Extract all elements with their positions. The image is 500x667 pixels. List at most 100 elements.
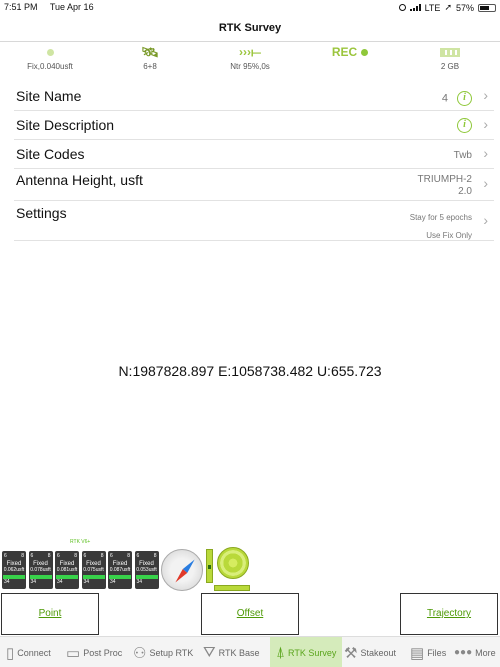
tab-files[interactable]: ▤ Files xyxy=(410,637,446,667)
alarm-icon xyxy=(398,4,406,11)
tab-post-proc[interactable]: ▭ Post Proc xyxy=(66,637,122,667)
rtk-base-icon: ⛛ xyxy=(203,644,216,661)
site-name-row[interactable]: Site Name 4 i › xyxy=(14,82,494,111)
stakeout-icon: ⚒ xyxy=(344,644,358,662)
more-icon: ●●● xyxy=(454,647,473,658)
storage-status[interactable]: 2 GB xyxy=(400,42,500,82)
site-codes-value: Twb xyxy=(453,150,472,161)
chevron-right-icon: › xyxy=(483,145,488,161)
receiver-glonass-count: 8 xyxy=(153,553,157,559)
receiver-epoch-count: 34 xyxy=(110,579,116,585)
link-status-text: Ntr 95%,0s xyxy=(230,62,270,71)
receiver-card[interactable]: 6 8 Fixed 0.087usft 34 xyxy=(108,551,132,589)
receiver-gps-count: 6 xyxy=(110,553,113,559)
link-status[interactable]: ›››⟝ Ntr 95%,0s xyxy=(200,42,300,82)
receiver-epoch-count: 34 xyxy=(57,579,63,585)
receiver-gps-count: 6 xyxy=(57,553,60,559)
receiver-card[interactable]: 6 8 Fixed 0.075usft 34 xyxy=(81,551,106,589)
receiver-status-strip: RTK V6+ 6 8 Fixed 0.062usft 34 6 8 Fixed 0.078us… xyxy=(2,539,162,593)
chevron-right-icon: › xyxy=(483,116,488,132)
tab-setup-rtk-label: Setup RTK xyxy=(149,647,194,658)
info-icon[interactable]: i xyxy=(457,118,472,133)
tab-rtk-base-label: RTK Base xyxy=(218,647,260,658)
receiver-accuracy: 0.081usft xyxy=(56,567,78,573)
receiver-card[interactable]: 6 8 Fixed 0.078usft 34 xyxy=(28,551,53,589)
tab-post-proc-label: Post Proc xyxy=(83,647,123,658)
horizontal-level-icon xyxy=(214,585,250,591)
rec-dot-icon xyxy=(361,48,369,56)
site-codes-row[interactable]: Site Codes Twb › xyxy=(14,140,494,169)
info-icon[interactable]: i xyxy=(457,91,472,106)
storage-text: 2 GB xyxy=(440,62,460,71)
settings-label: Settings xyxy=(16,205,67,221)
offset-button[interactable]: Offset xyxy=(201,593,299,635)
point-button[interactable]: Point xyxy=(1,593,99,635)
epochs-setting-value: Stay for 5 epochs xyxy=(409,213,472,222)
bubble-level-icon[interactable] xyxy=(217,547,249,579)
receiver-accuracy: 0.075usft xyxy=(83,567,104,573)
fix-status-text: Fix,0.040usft xyxy=(27,62,73,71)
post-proc-icon: ▭ xyxy=(66,644,81,662)
tab-files-label: Files xyxy=(427,647,447,658)
recording-status[interactable]: REC xyxy=(300,42,400,82)
receiver-glonass-count: 8 xyxy=(47,553,51,559)
receiver-epoch-count: 34 xyxy=(4,579,10,585)
receiver-accuracy: 0.062usft xyxy=(3,567,25,573)
tab-more-label: More xyxy=(475,647,496,658)
site-description-label: Site Description xyxy=(16,117,115,133)
vertical-level-icon xyxy=(206,549,213,583)
receiver-card[interactable]: 6 8 Fixed 0.081usft 34 xyxy=(55,551,79,589)
tab-more[interactable]: ●●● More xyxy=(454,637,496,667)
position-dot-icon xyxy=(46,48,54,56)
receiver-card[interactable]: 6 8 Fixed 0.062usft 34 xyxy=(2,551,26,589)
status-bar: 7:51 PM Tue Apr 16 LTE ➚ 57% xyxy=(0,0,500,14)
tab-connect-label: Connect xyxy=(17,647,51,658)
connect-icon: ▯ xyxy=(6,644,15,662)
cell-signal-icon xyxy=(409,4,421,11)
tab-connect[interactable]: ▯ Connect xyxy=(6,637,51,667)
receiver-battery-icon xyxy=(440,47,460,57)
status-time: 7:51 PM xyxy=(4,2,38,12)
network-type: LTE xyxy=(424,2,441,13)
fix-only-setting-value: Use Fix Only xyxy=(426,231,472,240)
tab-rtk-survey[interactable]: ⍋ RTK Survey xyxy=(270,637,342,667)
antenna-type-value: TRIUMPH-2 xyxy=(417,174,472,185)
tab-stakeout[interactable]: ⚒ Stakeout xyxy=(344,637,396,667)
site-name-value: 4 xyxy=(441,92,448,105)
receiver-gps-count: 6 xyxy=(83,553,87,559)
receiver-epoch-count: 34 xyxy=(83,579,90,585)
receiver-epoch-count: 34 xyxy=(136,579,143,585)
chevron-right-icon: › xyxy=(483,175,488,191)
survey-settings-list: Site Name 4 i › Site Description i › Sit… xyxy=(14,82,494,241)
status-date: Tue Apr 16 xyxy=(49,2,94,12)
receiver-accuracy: 0.053usft xyxy=(136,567,157,573)
info-bar: Fix,0.040usft 🛰 6+8 ›››⟝ Ntr 95%,0s REC … xyxy=(0,42,500,82)
receiver-accuracy: 0.087usft xyxy=(109,567,131,573)
receiver-glonass-count: 8 xyxy=(100,553,104,559)
current-coordinates: N:1987828.897 E:1058738.482 U:655.723 xyxy=(118,363,382,379)
chevron-right-icon: › xyxy=(483,212,488,228)
satellites-status[interactable]: 🛰 6+8 xyxy=(100,42,200,82)
satellite-icon: 🛰 xyxy=(141,43,159,60)
trajectory-button[interactable]: Trajectory xyxy=(400,593,498,635)
tab-stakeout-label: Stakeout xyxy=(360,647,396,658)
battery-icon xyxy=(478,3,496,12)
rtk-version-label: RTK V6+ xyxy=(70,539,91,545)
tab-rtk-base[interactable]: ⛛ RTK Base xyxy=(203,637,259,667)
radio-link-icon: ›››⟝ xyxy=(239,44,261,59)
site-description-row[interactable]: Site Description i › xyxy=(14,111,494,140)
page-title: RTK Survey xyxy=(218,22,282,34)
setup-rtk-icon: ⚇ xyxy=(133,644,147,662)
receiver-glonass-count: 8 xyxy=(21,553,24,559)
tab-setup-rtk[interactable]: ⚇ Setup RTK xyxy=(133,637,193,667)
settings-row[interactable]: Settings Stay for 5 epochs Use Fix Only … xyxy=(14,201,494,241)
receiver-card[interactable]: 6 8 Fixed 0.053usft 34 xyxy=(134,551,159,589)
compass-icon[interactable] xyxy=(161,549,203,591)
site-codes-label: Site Codes xyxy=(16,146,85,162)
receiver-epoch-count: 34 xyxy=(30,579,37,585)
site-name-label: Site Name xyxy=(16,88,82,104)
location-icon: ➚ xyxy=(444,2,452,12)
receiver-glonass-count: 8 xyxy=(127,553,130,559)
antenna-height-row[interactable]: Antenna Height, usft TRIUMPH-2 2.0 › xyxy=(14,169,494,201)
fix-status[interactable]: Fix,0.040usft xyxy=(0,42,100,82)
